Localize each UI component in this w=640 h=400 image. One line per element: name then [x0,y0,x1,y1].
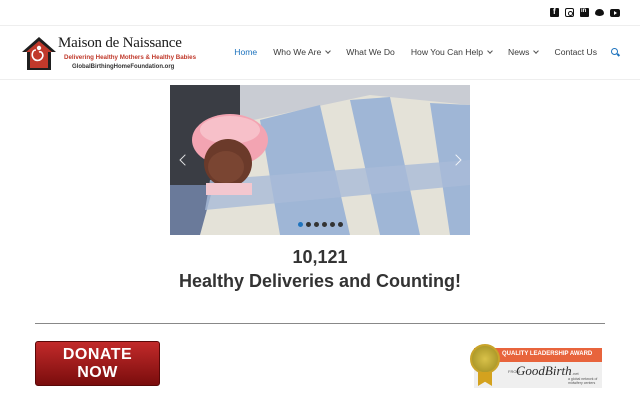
brand-tagline: Delivering Healthy Mothers & Healthy Bab… [64,54,197,61]
nav-label: Home [234,47,258,57]
goodbirth-net: .net [572,371,579,376]
site-header: Maison de Naissance Delivering Healthy M… [0,26,640,80]
youtube-icon[interactable] [610,9,620,17]
search-icon[interactable] [611,47,620,57]
slider-prev-arrow[interactable] [178,153,188,167]
nav-label: News [507,47,530,57]
slider-next-arrow[interactable] [452,153,462,167]
top-bar [0,0,640,26]
brand-url: GlobalBirthingHomeFoundation.org [72,64,175,70]
nav-label: Who We Are [273,47,322,57]
social-links [550,7,620,17]
goodbirth-logo-text: GoodBirth [516,363,572,378]
donate-label-line1: DONATE [62,346,133,363]
award-banner-text: QUALITY LEADERSHIP AWARD [502,351,593,357]
nav-item-contact-us[interactable]: Contact Us [554,47,597,57]
main-nav: Home Who We Are What We Do How You Can H… [218,47,620,57]
nav-label: Contact Us [554,47,597,57]
nav-item-news[interactable]: News [507,47,540,57]
goodbirth-subtitle: a global network of midwifery centers [568,377,598,385]
facebook-icon[interactable] [550,7,559,17]
chevron-down-icon [533,47,540,54]
twitter-icon[interactable] [595,8,604,17]
nav-item-home[interactable]: Home [234,47,257,57]
hero-slider[interactable] [170,85,470,235]
chevron-down-icon [487,47,493,54]
linkedin-icon[interactable] [580,8,589,17]
section-divider [35,323,605,324]
chevron-down-icon [325,47,332,54]
slider-dot[interactable] [338,222,343,227]
deliveries-headline: Healthy Deliveries and Counting! [178,271,462,291]
site-logo[interactable]: Maison de Naissance Delivering Healthy M… [20,34,196,74]
slide-image-newborn [170,85,470,235]
nav-item-what-we-do[interactable]: What We Do [346,47,395,57]
deliveries-count: 10,121 [292,247,348,267]
nav-label: What We Do [346,47,395,57]
slider-dot[interactable] [314,222,319,227]
slider-dot[interactable] [298,222,303,227]
donate-label-line2: NOW [77,364,118,381]
medal-icon [470,344,500,374]
slider-dot[interactable] [322,222,327,227]
slider-dot[interactable] [330,222,335,227]
instagram-icon[interactable] [565,8,574,17]
slider-dots [298,222,343,227]
quality-leadership-award-badge[interactable]: QUALITY LEADERSHIP AWARD FROM GoodBirth … [458,344,602,388]
house-logo-icon [22,37,56,70]
nav-item-how-you-can-help[interactable]: How You Can Help [410,47,493,57]
donate-now-button[interactable]: DONATE NOW [35,341,160,386]
slider-dot[interactable] [306,222,311,227]
nav-label: How You Can Help [410,47,483,57]
brand-name: Maison de Naissance [58,35,182,51]
nav-item-who-we-are[interactable]: Who We Are [273,47,332,57]
